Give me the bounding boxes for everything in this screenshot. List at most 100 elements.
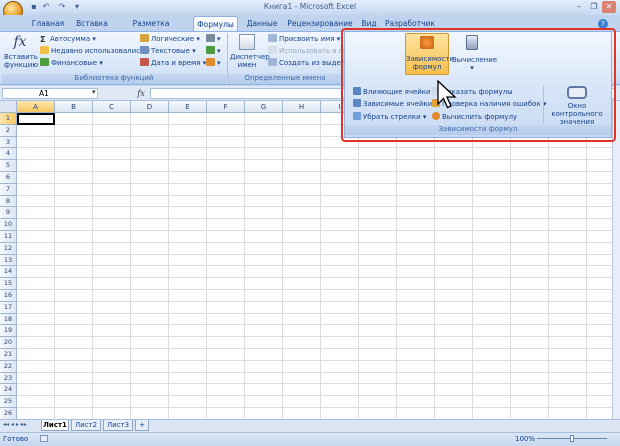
row-header[interactable]: 6 bbox=[0, 172, 17, 184]
row-header[interactable]: 3 bbox=[0, 136, 17, 149]
column-header[interactable]: F bbox=[207, 101, 245, 113]
recent-label: Недавно использовались bbox=[51, 47, 145, 55]
grid-line bbox=[17, 265, 612, 267]
row-header[interactable]: 22 bbox=[0, 360, 17, 373]
row-header[interactable]: 8 bbox=[0, 195, 17, 208]
insert-sheet-icon[interactable]: + bbox=[135, 420, 149, 431]
fx-button[interactable]: fx bbox=[134, 87, 148, 100]
row-header[interactable]: 1 bbox=[0, 113, 17, 125]
tab-page-layout[interactable]: Разметка страницы bbox=[116, 16, 186, 43]
column-header[interactable]: E bbox=[169, 101, 207, 113]
column-header[interactable]: A bbox=[17, 101, 55, 113]
book-icon bbox=[140, 58, 149, 66]
name-manager-button[interactable]: Диспетчер имен bbox=[230, 34, 270, 69]
fx-icon: fx bbox=[13, 34, 27, 50]
zoom-level[interactable]: 100% bbox=[515, 435, 535, 443]
row-header[interactable]: 4 bbox=[0, 148, 17, 161]
grid-line bbox=[17, 371, 612, 373]
vertical-scrollbar[interactable] bbox=[612, 101, 620, 419]
sheet-tab-2[interactable]: Лист2 bbox=[71, 420, 101, 431]
row-header[interactable]: 2 bbox=[0, 124, 17, 137]
grid-line bbox=[17, 171, 612, 172]
grid-line bbox=[17, 277, 612, 279]
name-manager-icon bbox=[239, 34, 255, 50]
name-box-dropdown-icon[interactable]: ▾ bbox=[92, 88, 96, 96]
row-header[interactable]: 17 bbox=[0, 301, 17, 314]
financial-button[interactable]: Финансовые ▾ bbox=[40, 58, 103, 69]
insert-function-label: Вставить функцию bbox=[4, 53, 39, 69]
insert-function-button[interactable]: fx Вставить функцию bbox=[4, 34, 39, 69]
library-group-label: Библиотека функций bbox=[2, 74, 226, 84]
row-header[interactable]: 25 bbox=[0, 396, 17, 408]
datetime-button[interactable]: Дата и время ▾ bbox=[140, 58, 206, 69]
maximize-icon[interactable]: ❐ bbox=[587, 1, 601, 13]
window-title: Книга1 - Microsoft Excel bbox=[263, 2, 357, 11]
text-button[interactable]: Текстовые ▾ bbox=[140, 46, 196, 57]
macro-record-icon[interactable] bbox=[40, 435, 48, 442]
zoom-slider-thumb[interactable] bbox=[570, 435, 574, 442]
mouse-pointer-icon bbox=[437, 80, 457, 109]
row-header[interactable]: 18 bbox=[0, 313, 17, 326]
grid-line bbox=[17, 241, 612, 243]
lookup-button[interactable]: ▾ bbox=[206, 34, 221, 45]
minimize-icon[interactable]: – bbox=[572, 1, 586, 13]
row-header[interactable]: 15 bbox=[0, 278, 17, 290]
grid-line bbox=[17, 206, 612, 208]
math-button[interactable]: ▾ bbox=[206, 46, 221, 57]
tab-insert[interactable]: Вставка bbox=[72, 16, 112, 31]
row-header[interactable]: 13 bbox=[0, 254, 17, 267]
grid-line bbox=[17, 348, 612, 349]
grid-line bbox=[17, 312, 612, 314]
column-header[interactable]: B bbox=[55, 101, 93, 113]
column-header[interactable]: G bbox=[245, 101, 283, 113]
row-header[interactable]: 16 bbox=[0, 290, 17, 302]
more-functions-button[interactable]: ▾ bbox=[206, 58, 221, 69]
financial-label: Финансовые bbox=[51, 59, 98, 67]
grid-line bbox=[17, 147, 612, 149]
sheet-tab-1[interactable]: Лист1 bbox=[41, 420, 69, 431]
row-header[interactable]: 9 bbox=[0, 207, 17, 220]
select-all-corner[interactable] bbox=[0, 101, 17, 113]
tab-formulas[interactable]: Формулы bbox=[193, 16, 238, 31]
autosum-button[interactable]: Σ Автосумма ▾ bbox=[40, 34, 96, 45]
grid-line bbox=[17, 383, 612, 385]
grid-line bbox=[17, 359, 612, 361]
row-header[interactable]: 19 bbox=[0, 325, 17, 338]
highlight-frame bbox=[341, 28, 616, 142]
name-box[interactable]: A1 bbox=[2, 88, 98, 99]
grid-line bbox=[17, 289, 612, 290]
active-cell[interactable] bbox=[17, 113, 55, 125]
row-header[interactable]: 5 bbox=[0, 160, 17, 172]
row-header[interactable]: 24 bbox=[0, 384, 17, 397]
tab-home[interactable]: Главная bbox=[28, 16, 68, 31]
grid-line bbox=[17, 395, 612, 397]
row-header[interactable]: 23 bbox=[0, 372, 17, 385]
tag-icon bbox=[268, 34, 277, 42]
column-header[interactable]: H bbox=[283, 101, 321, 113]
logical-button[interactable]: Логические ▾ bbox=[140, 34, 200, 45]
recent-button[interactable]: Недавно использовались ▾ bbox=[40, 46, 150, 57]
grid-line bbox=[17, 159, 612, 161]
row-header[interactable]: 21 bbox=[0, 349, 17, 361]
sheet-nav-icon[interactable]: ◂◂ ◂ ▸ ▸▸ bbox=[3, 421, 27, 428]
row-header[interactable]: 20 bbox=[0, 337, 17, 349]
grid-line bbox=[17, 230, 612, 231]
row-header[interactable]: 10 bbox=[0, 219, 17, 231]
grid-line bbox=[17, 336, 612, 338]
column-header[interactable]: C bbox=[93, 101, 131, 113]
sheet-tab-3[interactable]: Лист3 bbox=[103, 420, 133, 431]
grid-line bbox=[17, 324, 612, 326]
row-header[interactable]: 11 bbox=[0, 231, 17, 243]
datetime-label: Дата и время bbox=[151, 59, 201, 67]
assign-name-button[interactable]: Присвоить имя ▾ bbox=[268, 34, 340, 45]
close-icon[interactable]: ✕ bbox=[602, 1, 616, 13]
row-header[interactable]: 12 bbox=[0, 242, 17, 255]
row-header[interactable]: 7 bbox=[0, 183, 17, 196]
names-group-label: Определенные имена bbox=[228, 74, 342, 84]
table-icon bbox=[268, 58, 277, 66]
more-functions-icon bbox=[206, 58, 215, 66]
tab-data[interactable]: Данные bbox=[242, 16, 282, 31]
row-header[interactable]: 14 bbox=[0, 266, 17, 279]
column-header[interactable]: D bbox=[131, 101, 169, 113]
grid-line bbox=[17, 253, 612, 255]
